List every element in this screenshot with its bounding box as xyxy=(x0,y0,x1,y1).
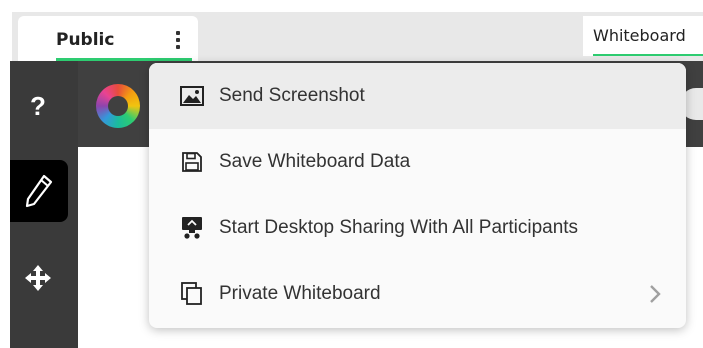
color-picker-icon[interactable] xyxy=(96,84,140,128)
floppy-disk-icon xyxy=(179,149,205,175)
menu-item-save-whiteboard-data[interactable]: Save Whiteboard Data xyxy=(149,129,686,195)
pencil-icon xyxy=(25,174,53,208)
question-mark-icon: ? xyxy=(30,90,46,121)
chevron-right-icon xyxy=(645,282,665,306)
image-icon xyxy=(179,83,205,109)
pencil-tool-button[interactable] xyxy=(10,160,68,222)
menu-item-label: Send Screenshot xyxy=(219,85,365,106)
menu-item-label: Save Whiteboard Data xyxy=(219,151,411,172)
desktop-share-icon xyxy=(179,215,205,241)
move-arrows-icon xyxy=(25,265,51,291)
tab-public-label: Public xyxy=(56,30,115,50)
help-button[interactable]: ? xyxy=(12,80,64,132)
menu-item-start-desktop-sharing[interactable]: Start Desktop Sharing With All Participa… xyxy=(149,195,686,261)
menu-item-send-screenshot[interactable]: Send Screenshot xyxy=(149,63,686,129)
toolbar-divider xyxy=(78,61,79,147)
tab-whiteboard-label: Whiteboard xyxy=(593,26,686,45)
tab-options-menu: Send Screenshot Save Whiteboard Data Sta… xyxy=(149,63,686,328)
copy-icon xyxy=(179,281,205,307)
move-tool-button[interactable] xyxy=(12,252,64,304)
menu-item-label: Private Whiteboard xyxy=(219,283,381,304)
menu-item-private-whiteboard[interactable]: Private Whiteboard xyxy=(149,261,686,327)
tab-whiteboard[interactable]: Whiteboard xyxy=(583,16,703,56)
kebab-menu-icon[interactable] xyxy=(168,28,188,52)
tab-whiteboard-indicator xyxy=(593,54,703,56)
tab-public[interactable]: Public xyxy=(18,16,198,61)
menu-item-label: Start Desktop Sharing With All Participa… xyxy=(219,217,579,238)
